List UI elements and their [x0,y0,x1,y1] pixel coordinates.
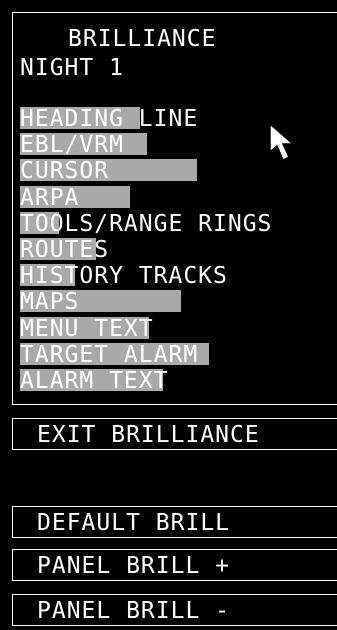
brilliance-item[interactable]: ARPA [20,185,337,211]
brilliance-item[interactable]: MAPS [20,289,337,315]
default-brill-label: DEFAULT BRILL [37,510,231,536]
brilliance-item-label: TARGET ALARM [20,341,199,368]
brilliance-item[interactable]: HISTORY TRACKS [20,263,337,289]
brilliance-item-label: CURSOR [20,158,110,185]
panel-brill-plus-button[interactable]: PANEL BRILL + [12,549,337,581]
arrow-pointer-icon [269,122,296,162]
brilliance-item-label: EBL/VRM [20,132,124,159]
brilliance-item-label: TOOLS/RANGE RINGS [20,210,273,237]
panel-brill-minus-label: PANEL BRILL - [37,598,231,624]
brilliance-item-label: HISTORY TRACKS [20,263,228,290]
menu-title: BRILLIANCE [68,26,217,52]
brilliance-item[interactable]: TARGET ALARM [20,342,337,368]
brilliance-item-label: MAPS [20,289,80,316]
brilliance-item[interactable]: ROUTES [20,237,337,263]
brilliance-item-label: ROUTES [20,237,110,263]
brilliance-item[interactable]: ALARM TEXT [20,368,337,394]
brilliance-item[interactable]: MENU TEXT [20,316,337,342]
brilliance-item-label: HEADING LINE [20,106,199,132]
exit-brilliance-button[interactable]: EXIT BRILLIANCE [12,418,337,450]
brilliance-item[interactable]: TOOLS/RANGE RINGS [20,211,337,237]
brilliance-item-label: ARPA [20,184,80,211]
panel-brill-minus-button[interactable]: PANEL BRILL - [12,594,337,626]
panel-brill-plus-label: PANEL BRILL + [37,553,231,579]
exit-brilliance-label: EXIT BRILLIANCE [37,422,260,448]
brilliance-mode[interactable]: NIGHT 1 [20,55,124,81]
default-brill-button[interactable]: DEFAULT BRILL [12,506,337,538]
brilliance-item-label: ALARM TEXT [20,368,169,394]
brilliance-item-label: MENU TEXT [20,315,154,342]
